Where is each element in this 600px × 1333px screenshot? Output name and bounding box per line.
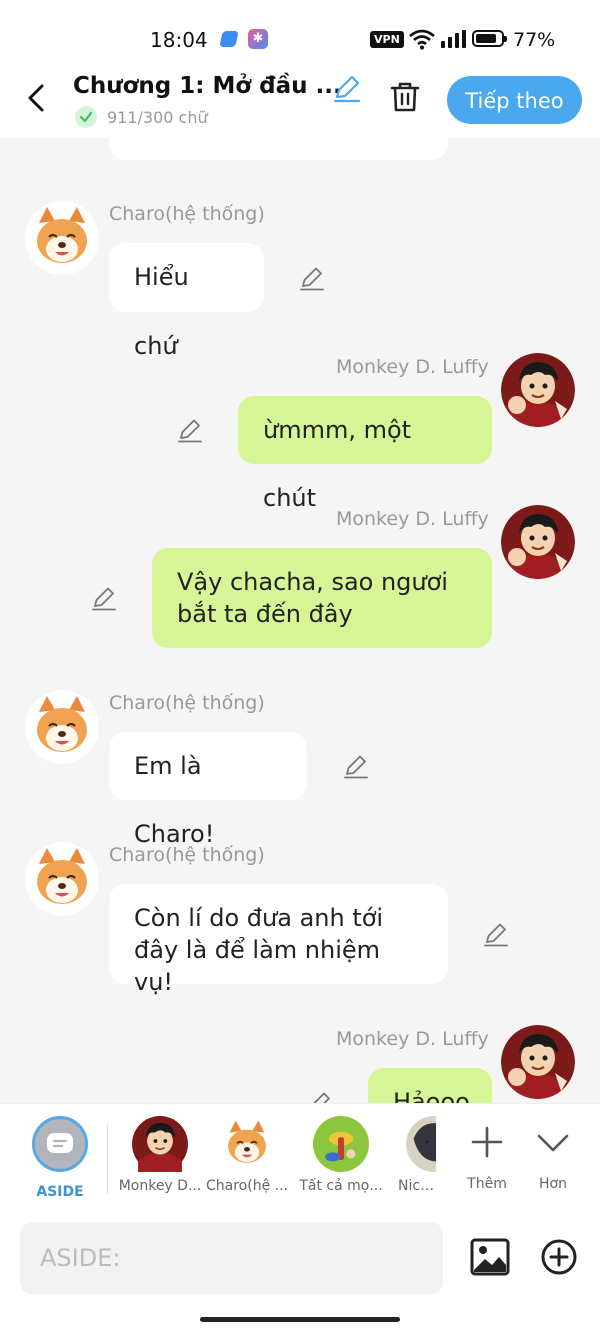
signal-icon: [441, 30, 466, 48]
character-label: Tất cả mọ...: [299, 1178, 383, 1194]
divider: [107, 1124, 108, 1194]
app-notification-icon: [219, 31, 239, 47]
expand-label: Hơn: [539, 1176, 567, 1192]
next-button[interactable]: Tiếp theo: [447, 76, 582, 124]
message-text: Hảooo: [393, 1088, 470, 1104]
more-label: Thêm: [467, 1176, 507, 1192]
edit-title-pencil-icon[interactable]: [332, 73, 362, 103]
sender-name: Monkey D. Luffy: [336, 1028, 489, 1050]
character-chip[interactable]: Monkey D...: [112, 1116, 208, 1194]
character-chip-aside[interactable]: ASIDE: [22, 1116, 98, 1200]
character-label: Nico R: [398, 1178, 436, 1194]
avatar-nico: [406, 1116, 436, 1172]
message-bubble[interactable]: Em là Charo!: [109, 732, 307, 848]
wifi-icon: [409, 29, 435, 50]
character-chip[interactable]: Tất cả mọ...: [293, 1116, 389, 1194]
edit-message-pencil-icon[interactable]: [91, 585, 117, 611]
character-label: Charo(hệ ...: [206, 1178, 288, 1194]
battery-icon: [472, 30, 507, 47]
edit-message-pencil-icon[interactable]: [177, 417, 203, 443]
message-text: ừmmm, một chút: [263, 416, 412, 512]
aside-label: ASIDE: [36, 1184, 84, 1200]
edit-message-pencil-icon[interactable]: [299, 265, 325, 291]
message-list[interactable]: Charo(hệ thống) Hiểu chứ Monkey D. Luffy…: [0, 138, 600, 1104]
trash-icon[interactable]: [388, 80, 422, 114]
character-selector: ASIDE Monkey D... Charo(hệ ... Tất cả mọ…: [0, 1103, 600, 1212]
chapter-header: Chương 1: Mở đầu ... 911/300 chữ Tiếp th…: [0, 62, 600, 138]
chapter-title[interactable]: Chương 1: Mở đầu ...: [73, 73, 342, 99]
image-icon[interactable]: [470, 1238, 510, 1276]
expand-button[interactable]: Hơn: [526, 1116, 580, 1192]
sender-name: Charo(hệ thống): [109, 692, 265, 714]
message-bubble[interactable]: Còn lí do đưa anh tới đây là để làm nhiệ…: [109, 884, 448, 996]
add-character-button[interactable]: Thêm: [460, 1116, 514, 1192]
message-text: Còn lí do đưa anh tới đây là để làm nhiệ…: [134, 904, 384, 996]
avatar-group: [313, 1116, 369, 1172]
home-indicator: [200, 1317, 400, 1322]
character-chip[interactable]: Charo(hệ ...: [199, 1116, 295, 1194]
character-label: Monkey D...: [118, 1178, 202, 1194]
avatar-luffy[interactable]: [501, 1025, 575, 1099]
avatar-charo: [228, 1120, 266, 1163]
sender-name: Monkey D. Luffy: [336, 508, 489, 530]
vpn-badge: VPN: [370, 31, 404, 48]
avatar-luffy[interactable]: [501, 353, 575, 427]
back-arrow-icon[interactable]: [20, 80, 54, 116]
sender-name: Monkey D. Luffy: [336, 356, 489, 378]
message-text: Em là Charo!: [134, 752, 215, 848]
aside-avatar: [32, 1116, 88, 1172]
avatar-charo[interactable]: [25, 201, 99, 275]
edit-message-pencil-icon[interactable]: [343, 753, 369, 779]
message-bubble[interactable]: ừmmm, một chút: [238, 396, 492, 512]
word-count-text: 911/300 chữ: [107, 107, 208, 127]
message-bubble[interactable]: Vậy chacha, sao ngươi bắt ta đến đây: [152, 548, 492, 648]
app-notification-icon-2: ✱: [248, 29, 268, 49]
message-text: Hiểu chứ: [134, 263, 189, 360]
message-bubble[interactable]: Hiểu chứ: [109, 243, 264, 360]
character-chip[interactable]: Nico R: [398, 1116, 436, 1194]
chevron-down-icon: [537, 1134, 569, 1152]
composer: [0, 1212, 600, 1333]
edit-message-pencil-icon[interactable]: [483, 921, 509, 947]
message-bubble-partial[interactable]: [109, 138, 448, 160]
battery-percent: 77%: [513, 29, 556, 51]
sender-name: Charo(hệ thống): [109, 203, 265, 225]
avatar-luffy: [132, 1116, 188, 1172]
avatar-charo[interactable]: [25, 690, 99, 764]
sender-name: Charo(hệ thống): [109, 844, 265, 866]
check-icon: [75, 106, 97, 128]
edit-message-pencil-icon[interactable]: [307, 1090, 333, 1104]
status-time: 18:04: [150, 28, 208, 52]
word-count: 911/300 chữ: [75, 106, 208, 128]
plus-icon: [471, 1126, 503, 1158]
add-plus-circle-icon[interactable]: [540, 1238, 578, 1276]
avatar-charo[interactable]: [25, 842, 99, 916]
avatar-luffy[interactable]: [501, 505, 575, 579]
message-bubble[interactable]: Hảooo: [368, 1068, 492, 1104]
message-text: Vậy chacha, sao ngươi bắt ta đến đây: [177, 568, 448, 628]
message-input[interactable]: [20, 1222, 443, 1294]
